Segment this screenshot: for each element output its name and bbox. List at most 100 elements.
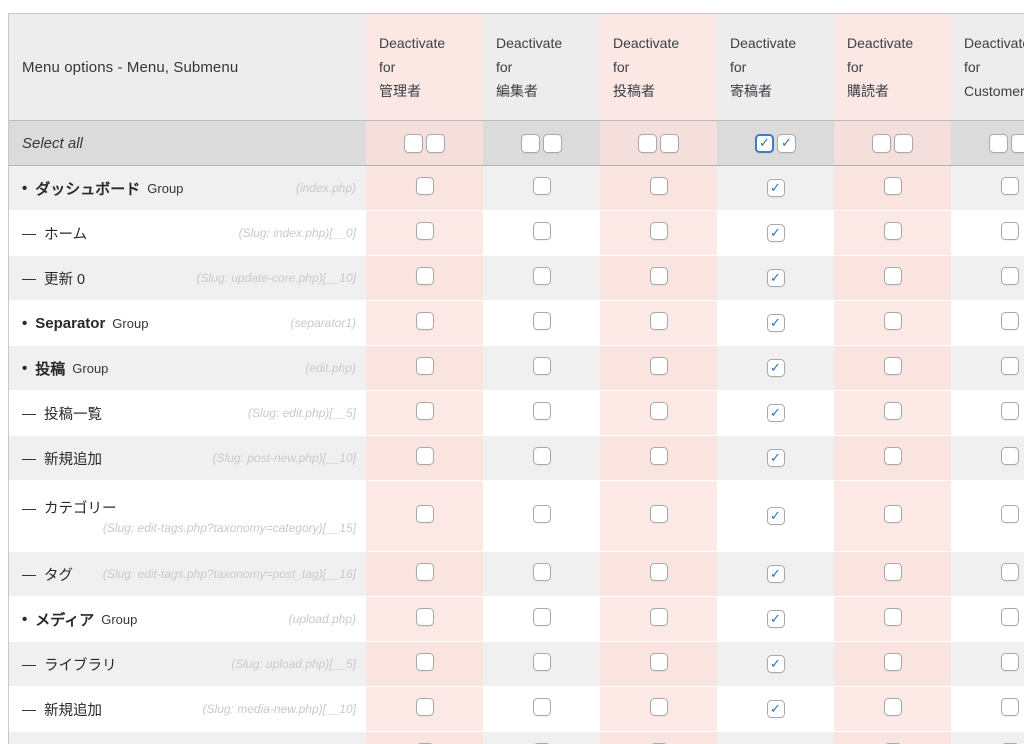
deactivate-checkbox[interactable] xyxy=(650,312,668,330)
deactivate-checkbox[interactable] xyxy=(650,563,668,581)
deactivate-checkbox[interactable] xyxy=(416,222,434,240)
deactivate-checkbox[interactable] xyxy=(1001,653,1019,671)
deactivate-cell xyxy=(834,481,951,552)
deactivate-cell xyxy=(366,166,483,211)
deactivate-checkbox[interactable] xyxy=(650,653,668,671)
deactivate-checkbox[interactable] xyxy=(1001,447,1019,465)
select-all-submenus-checkbox[interactable] xyxy=(543,134,562,153)
deactivate-checkbox[interactable] xyxy=(416,312,434,330)
deactivate-checkbox[interactable] xyxy=(1001,563,1019,581)
deactivate-checkbox[interactable] xyxy=(650,177,668,195)
select-all-menus-checkbox[interactable] xyxy=(989,134,1008,153)
deactivate-checkbox[interactable] xyxy=(533,505,551,523)
deactivate-checkbox[interactable] xyxy=(533,312,551,330)
deactivate-checkbox[interactable] xyxy=(1001,267,1019,285)
deactivate-checkbox[interactable] xyxy=(533,402,551,420)
deactivate-checkbox[interactable] xyxy=(416,563,434,581)
deactivate-checkbox[interactable] xyxy=(416,447,434,465)
deactivate-checkbox[interactable] xyxy=(650,222,668,240)
deactivate-checkbox[interactable] xyxy=(1001,177,1019,195)
menu-slug: (separator1) xyxy=(291,316,356,330)
page: Menu options - Menu, Submenu Deactivatef… xyxy=(0,0,1024,744)
deactivate-checkbox[interactable] xyxy=(416,177,434,195)
deactivate-checkbox[interactable] xyxy=(416,505,434,523)
deactivate-checkbox[interactable] xyxy=(650,447,668,465)
deactivate-cell: ✓ xyxy=(717,166,834,211)
deactivate-checkbox[interactable] xyxy=(1001,505,1019,523)
deactivate-checkbox[interactable] xyxy=(884,312,902,330)
select-all-menus-checkbox[interactable] xyxy=(521,134,540,153)
deactivate-checkbox[interactable] xyxy=(884,447,902,465)
deactivate-checkbox[interactable] xyxy=(884,563,902,581)
deactivate-checkbox[interactable] xyxy=(1001,312,1019,330)
deactivate-cell xyxy=(483,597,600,642)
deactivate-cell xyxy=(951,256,1024,301)
deactivate-checkbox[interactable]: ✓ xyxy=(767,224,785,242)
select-all-menus-checkbox[interactable] xyxy=(872,134,891,153)
menu-row-submenu: —新規追加(Slug: post-new.php)[__10]✓ xyxy=(9,436,1024,481)
deactivate-checkbox[interactable] xyxy=(650,698,668,716)
deactivate-checkbox[interactable] xyxy=(533,653,551,671)
deactivate-cell xyxy=(483,436,600,481)
select-all-submenus-checkbox[interactable] xyxy=(660,134,679,153)
deactivate-checkbox[interactable] xyxy=(650,505,668,523)
deactivate-checkbox[interactable]: ✓ xyxy=(767,269,785,287)
deactivate-checkbox[interactable]: ✓ xyxy=(767,314,785,332)
select-all-menus-checkbox[interactable]: ✓ xyxy=(755,134,774,153)
deactivate-checkbox[interactable] xyxy=(533,357,551,375)
deactivate-checkbox[interactable]: ✓ xyxy=(767,507,785,525)
deactivate-checkbox[interactable]: ✓ xyxy=(767,655,785,673)
deactivate-checkbox[interactable] xyxy=(533,177,551,195)
select-all-menus-checkbox[interactable] xyxy=(638,134,657,153)
select-all-submenus-checkbox[interactable]: ✓ xyxy=(777,134,796,153)
deactivate-checkbox[interactable] xyxy=(533,608,551,626)
deactivate-checkbox[interactable]: ✓ xyxy=(767,610,785,628)
group-bullet: • xyxy=(22,360,27,377)
select-all-menus-checkbox[interactable] xyxy=(404,134,423,153)
deactivate-cell xyxy=(834,256,951,301)
deactivate-checkbox[interactable] xyxy=(533,267,551,285)
deactivate-checkbox[interactable]: ✓ xyxy=(767,565,785,583)
deactivate-checkbox[interactable] xyxy=(533,563,551,581)
deactivate-checkbox[interactable]: ✓ xyxy=(767,449,785,467)
deactivate-checkbox[interactable] xyxy=(884,653,902,671)
deactivate-checkbox[interactable] xyxy=(1001,222,1019,240)
deactivate-checkbox[interactable] xyxy=(884,698,902,716)
deactivate-checkbox[interactable] xyxy=(650,357,668,375)
menu-label: ライブラリ xyxy=(44,654,117,675)
deactivate-checkbox[interactable] xyxy=(884,267,902,285)
deactivate-checkbox[interactable] xyxy=(416,653,434,671)
deactivate-checkbox[interactable] xyxy=(884,402,902,420)
role-header-6: DeactivateforCustomer xyxy=(951,14,1024,120)
deactivate-checkbox[interactable] xyxy=(416,608,434,626)
deactivate-checkbox[interactable] xyxy=(1001,357,1019,375)
menu-slug: (Slug: upload.php)[__5] xyxy=(231,657,356,671)
select-all-submenus-checkbox[interactable] xyxy=(894,134,913,153)
deactivate-checkbox[interactable] xyxy=(650,402,668,420)
deactivate-checkbox[interactable] xyxy=(884,222,902,240)
deactivate-checkbox[interactable]: ✓ xyxy=(767,179,785,197)
deactivate-checkbox[interactable] xyxy=(884,608,902,626)
deactivate-checkbox[interactable] xyxy=(416,357,434,375)
deactivate-checkbox[interactable] xyxy=(650,267,668,285)
menu-slug: (Slug: edit-tags.php?taxonomy=category)[… xyxy=(22,521,356,535)
deactivate-checkbox[interactable] xyxy=(650,608,668,626)
deactivate-checkbox[interactable] xyxy=(533,222,551,240)
deactivate-cell: ✓ xyxy=(717,256,834,301)
deactivate-checkbox[interactable] xyxy=(1001,698,1019,716)
select-all-submenus-checkbox[interactable] xyxy=(1011,134,1024,153)
deactivate-checkbox[interactable] xyxy=(416,698,434,716)
deactivate-checkbox[interactable] xyxy=(884,357,902,375)
deactivate-checkbox[interactable] xyxy=(533,447,551,465)
deactivate-checkbox[interactable] xyxy=(416,402,434,420)
deactivate-checkbox[interactable] xyxy=(1001,402,1019,420)
deactivate-checkbox[interactable]: ✓ xyxy=(767,404,785,422)
deactivate-checkbox[interactable]: ✓ xyxy=(767,359,785,377)
deactivate-checkbox[interactable] xyxy=(884,505,902,523)
deactivate-checkbox[interactable] xyxy=(884,177,902,195)
deactivate-checkbox[interactable]: ✓ xyxy=(767,700,785,718)
select-all-submenus-checkbox[interactable] xyxy=(426,134,445,153)
deactivate-checkbox[interactable] xyxy=(1001,608,1019,626)
deactivate-checkbox[interactable] xyxy=(533,698,551,716)
deactivate-checkbox[interactable] xyxy=(416,267,434,285)
